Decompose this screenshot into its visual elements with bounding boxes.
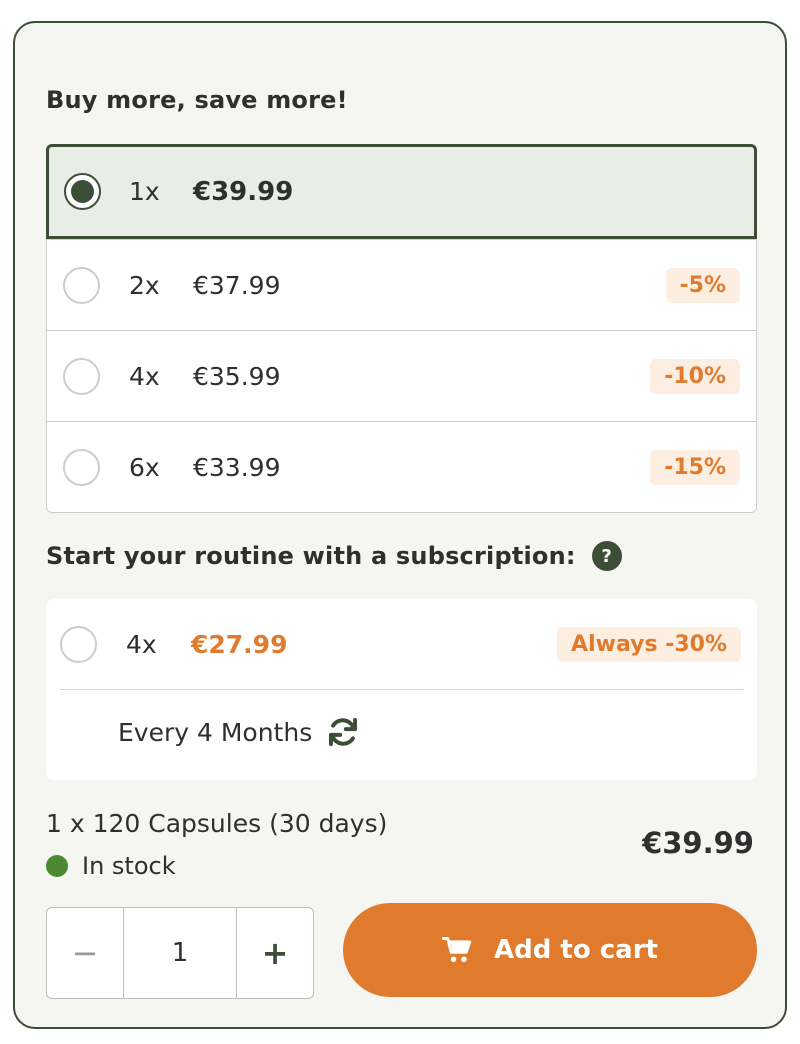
discount-badge: -5% xyxy=(665,267,740,303)
total-price: €39.99 xyxy=(642,826,754,860)
pack-description: 1 x 120 Capsules (30 days) xyxy=(46,809,388,838)
bulk-option-4x[interactable]: 4x €35.99 -10% xyxy=(47,330,756,421)
radio[interactable] xyxy=(63,266,100,304)
option-quantity: 1x xyxy=(129,177,160,206)
subscription-frequency: Every 4 Months xyxy=(118,715,360,749)
refresh-icon[interactable] xyxy=(326,715,360,749)
frequency-label: Every 4 Months xyxy=(118,717,313,747)
add-to-cart-button[interactable]: Add to cart xyxy=(343,903,757,997)
radio[interactable] xyxy=(63,448,100,486)
option-price: €37.99 xyxy=(193,270,281,300)
subscription-badge: Always -30% xyxy=(557,626,741,662)
subscription-option: 4x €27.99 Always -30% Every 4 Months xyxy=(46,599,757,780)
bulk-option-1x[interactable]: 1x €39.99 xyxy=(46,144,757,239)
divider xyxy=(60,689,743,690)
subscription-price: €27.99 xyxy=(191,629,288,659)
stock-label: In stock xyxy=(82,852,176,880)
bulk-option-2x[interactable]: 2x €37.99 -5% xyxy=(47,239,756,330)
product-purchase-card: Buy more, save more! 1x €39.99 2x €37.99… xyxy=(13,21,787,1029)
bulk-option-6x[interactable]: 6x €33.99 -15% xyxy=(47,421,756,512)
bulk-options: 1x €39.99 2x €37.99 -5% 4x €35.99 -10% 6… xyxy=(46,144,757,513)
radio[interactable] xyxy=(60,625,97,663)
help-icon[interactable]: ? xyxy=(591,541,622,571)
subscription-heading-row: Start your routine with a subscription: … xyxy=(46,541,622,571)
discount-badge: -10% xyxy=(650,358,740,394)
option-price: €35.99 xyxy=(193,361,281,391)
radio[interactable] xyxy=(63,357,100,395)
bulk-heading: Buy more, save more! xyxy=(46,86,348,114)
option-quantity: 2x xyxy=(129,270,160,300)
option-quantity: 4x xyxy=(129,361,160,391)
option-quantity: 4x xyxy=(126,629,157,659)
option-quantity: 6x xyxy=(129,452,160,482)
decrease-button[interactable]: − xyxy=(47,908,124,998)
subscription-option-4x[interactable]: 4x €27.99 Always -30% xyxy=(46,599,757,689)
discount-badge: -15% xyxy=(650,449,740,485)
quantity-stepper: − 1 + xyxy=(46,907,314,999)
add-to-cart-label: Add to cart xyxy=(494,935,658,965)
quantity-value[interactable]: 1 xyxy=(124,908,236,998)
option-price: €33.99 xyxy=(193,452,281,482)
cart-icon xyxy=(442,936,472,962)
subscription-heading: Start your routine with a subscription: xyxy=(46,542,576,570)
option-price: €39.99 xyxy=(193,176,294,207)
stock-status: In stock xyxy=(46,852,176,880)
stock-dot-icon xyxy=(46,855,68,877)
radio-selected[interactable] xyxy=(64,173,101,210)
increase-button[interactable]: + xyxy=(236,908,313,998)
